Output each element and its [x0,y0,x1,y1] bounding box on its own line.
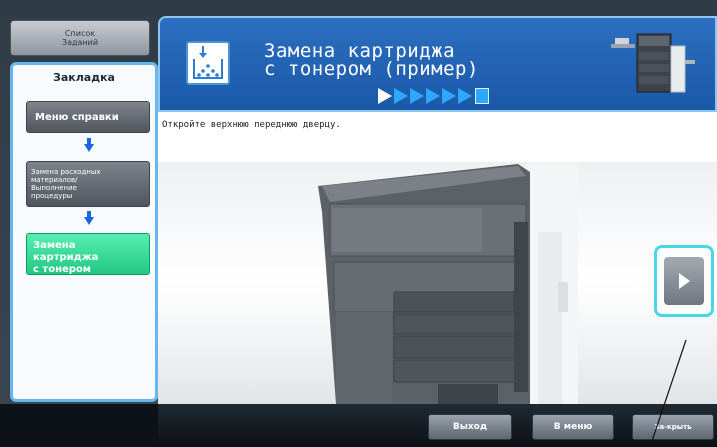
progress-step [458,88,472,104]
progress-step-current [378,88,392,104]
toner-cartridge-icon [186,41,230,85]
sidebar-item-label: Замена картриджа [33,240,99,263]
job-list-label-line1: Список [64,29,96,38]
sidebar-item-replace-consumables[interactable]: Замена расходных материалов/ Выполнение … [26,161,150,207]
bookmark-sidebar: Закладка Меню справки Замена расходных м… [10,62,158,402]
page-title: Замена картриджа с тонером (пример) [264,42,479,80]
next-button-face [664,257,704,305]
sidebar-item-label: Выполнение [31,184,77,192]
to-menu-button-label: В меню [553,422,593,432]
job-list-button[interactable]: Список Заданий [10,20,150,56]
sidebar-item-label: процедуры [31,192,73,200]
machine-illustration [318,164,578,404]
sidebar-title: Закладка [53,71,115,84]
sidebar-item-replace-toner[interactable]: Замена картриджа с тонером [26,233,150,275]
mfp-machine-icon [611,30,697,96]
close-button-label-1: За- [654,423,668,431]
job-list-label-line2: Заданий [61,38,99,47]
exit-button[interactable]: Выход [428,414,512,440]
progress-step [394,88,408,104]
play-arrow-icon [679,273,690,289]
sidebar-item-label: материалов/ [31,176,78,184]
close-button-label-2: крыть [667,423,692,431]
to-menu-button[interactable]: В меню [532,414,614,440]
down-arrow-icon [84,144,94,152]
sidebar-item-label: с тонером [33,264,91,275]
guide-content-area: Откройте верхнюю переднюю дверцу. [158,112,717,404]
down-arrow-icon [84,217,94,225]
guide-header: Замена картриджа с тонером (пример) [158,16,717,112]
progress-step [426,88,440,104]
exit-button-label: Выход [452,422,488,432]
footer-bar: Выход В меню За-крыть [158,404,717,447]
sidebar-item-label: Меню справки [35,111,119,123]
next-page-button[interactable] [654,245,714,317]
progress-step [410,88,424,104]
progress-step [442,88,456,104]
status-strip [0,404,158,447]
close-button[interactable]: За-крыть [632,414,714,440]
progress-step-final [475,88,489,104]
step-progress-indicator [378,88,489,104]
page-title-line2: с тонером (пример) [264,58,479,80]
sidebar-item-help-menu[interactable]: Меню справки [26,101,150,133]
sidebar-item-label: Замена расходных [31,168,101,176]
